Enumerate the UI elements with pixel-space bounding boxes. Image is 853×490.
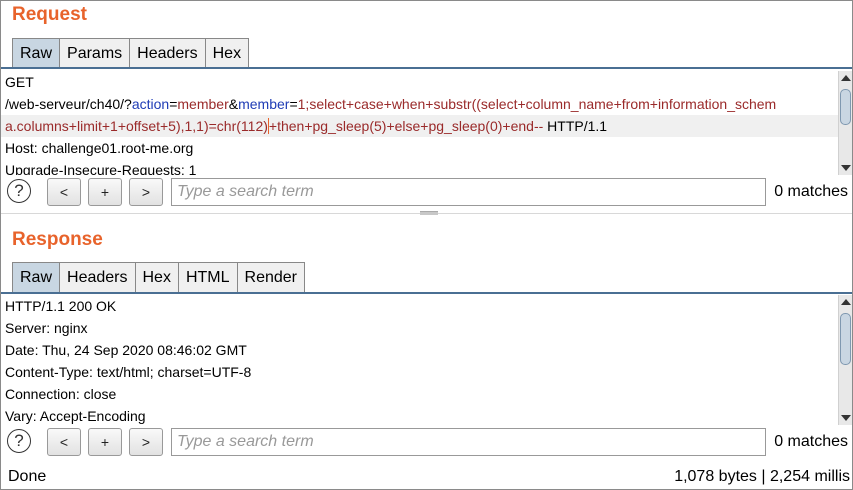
request-tabs: Raw Params Headers Hex <box>12 36 250 68</box>
param-action-value: member <box>177 96 229 112</box>
response-line-content-type: Content-Type: text/html; charset=UTF-8 <box>5 364 252 380</box>
scroll-down-icon[interactable] <box>841 165 851 171</box>
scroll-up-icon[interactable] <box>841 299 851 305</box>
param-member-value-tail: +then+pg_sleep(5)+else+pg_sleep(0)+end-- <box>268 118 544 134</box>
tab-raw[interactable]: Raw <box>12 38 61 68</box>
response-line-vary: Vary: Accept-Encoding <box>5 408 146 424</box>
search-next-button[interactable]: > <box>129 428 163 456</box>
param-action-name: action <box>131 96 170 112</box>
help-icon[interactable]: ? <box>7 429 31 453</box>
request-search-bar: ? < + > 0 matches <box>1 176 852 210</box>
scroll-down-icon[interactable] <box>841 415 851 421</box>
param-amp: & <box>228 96 239 112</box>
response-line-status: HTTP/1.1 200 OK <box>5 298 117 314</box>
response-title: Response <box>12 229 103 250</box>
tab-hex[interactable]: Hex <box>204 38 250 68</box>
help-icon[interactable]: ? <box>7 179 31 203</box>
request-editor[interactable]: GET /web-serveur/ch40/?action=member&mem… <box>1 71 839 175</box>
param-member-value-cont: a.columns+limit+1+offset+5),1,1)=chr(112… <box>5 118 268 134</box>
http-version: HTTP/1.1 <box>543 118 608 134</box>
tab-headers[interactable]: Headers <box>129 38 206 68</box>
request-line-method: GET <box>5 74 34 90</box>
status-bar: Done 1,078 bytes | 2,254 millis <box>1 464 852 488</box>
scroll-thumb[interactable] <box>840 89 851 125</box>
tab-html[interactable]: HTML <box>177 262 238 292</box>
request-tab-underline <box>1 67 852 69</box>
tab-params[interactable]: Params <box>59 38 131 68</box>
response-line-connection: Connection: close <box>5 386 117 402</box>
divider-handle[interactable] <box>420 211 438 215</box>
request-search-input[interactable] <box>171 178 766 206</box>
request-line-url-cont: a.columns+limit+1+offset+5),1,1)=chr(112… <box>1 115 839 137</box>
search-prev-button[interactable]: < <box>47 178 81 206</box>
request-scrollbar[interactable] <box>838 71 852 175</box>
search-next-button[interactable]: > <box>129 178 163 206</box>
scroll-up-icon[interactable] <box>841 75 851 81</box>
response-match-count: 0 matches <box>774 433 848 450</box>
request-title: Request <box>12 4 87 25</box>
param-member-name: member <box>238 96 290 112</box>
response-line-server: Server: nginx <box>5 320 88 336</box>
request-line-upgrade: Upgrade-Insecure-Requests: 1 <box>5 162 197 175</box>
tab-render[interactable]: Render <box>236 262 305 292</box>
tab-raw[interactable]: Raw <box>12 262 61 292</box>
request-line-host: Host: challenge01.root-me.org <box>5 140 194 156</box>
response-stats: 1,078 bytes | 2,254 millis <box>674 468 850 485</box>
search-add-button[interactable]: + <box>88 428 122 456</box>
tab-hex[interactable]: Hex <box>134 262 179 292</box>
request-match-count: 0 matches <box>774 183 848 200</box>
response-line-date: Date: Thu, 24 Sep 2020 08:46:02 GMT <box>5 342 247 358</box>
response-tabs: Raw Headers Hex HTML Render <box>12 260 305 292</box>
request-line-url: /web-serveur/ch40/?action=member&member=… <box>1 93 839 115</box>
search-add-button[interactable]: + <box>88 178 122 206</box>
param-eq: = <box>289 96 298 112</box>
url-path: /web-serveur/ch40/? <box>5 96 132 112</box>
response-tab-underline <box>1 292 852 294</box>
status-text: Done <box>8 468 47 485</box>
response-editor[interactable]: HTTP/1.1 200 OK Server: nginx Date: Thu,… <box>1 295 839 425</box>
search-prev-button[interactable]: < <box>47 428 81 456</box>
response-search-bar: ? < + > 0 matches <box>1 426 852 460</box>
response-search-input[interactable] <box>171 428 766 456</box>
param-member-value: 1;select+case+when+substr((select+column… <box>297 96 777 112</box>
scroll-thumb[interactable] <box>840 313 851 365</box>
response-scrollbar[interactable] <box>838 295 852 425</box>
tab-headers[interactable]: Headers <box>59 262 136 292</box>
